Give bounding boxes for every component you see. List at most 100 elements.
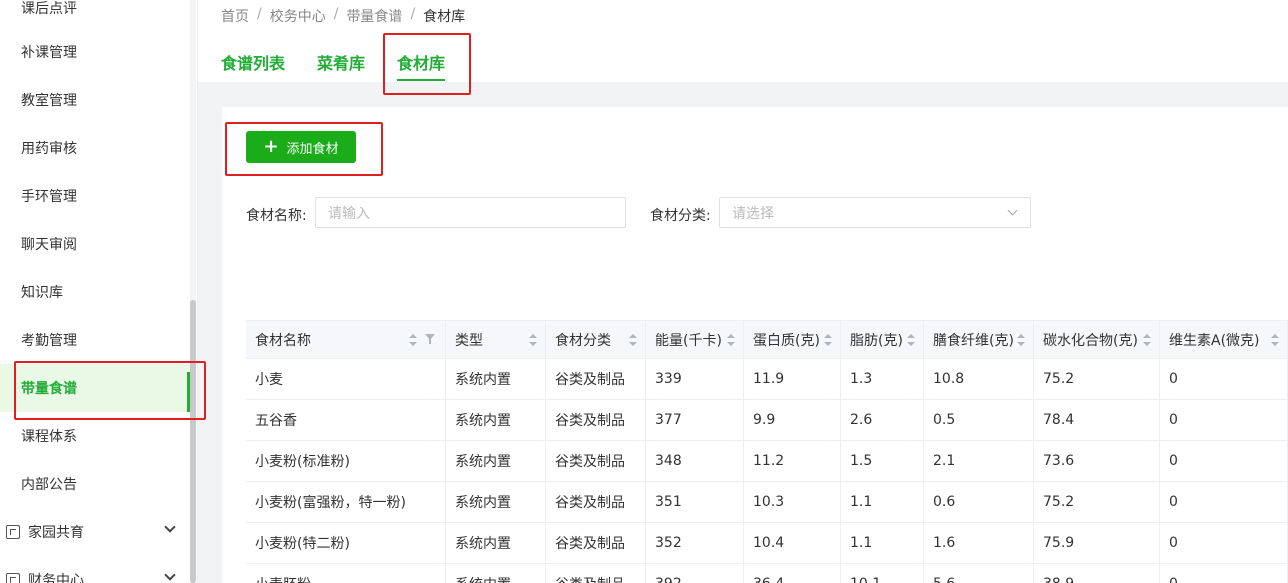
table-cell: 系统内置 bbox=[446, 400, 546, 440]
sidebar-group-finance[interactable]: 财务中心 bbox=[0, 556, 192, 583]
table-cell: 2.1 bbox=[924, 441, 1034, 481]
table-cell: 0.6 bbox=[924, 482, 1034, 522]
table-row[interactable]: 小麦粉(特二粉) 系统内置 谷类及制品 352 10.4 1.1 1.6 75.9 0 bbox=[246, 523, 1288, 564]
column-header-vitamin-a[interactable]: 维生素A(微克) bbox=[1160, 321, 1288, 358]
sidebar-item-wristband[interactable]: 手环管理 bbox=[0, 172, 192, 220]
table-cell: 73.6 bbox=[1034, 441, 1160, 481]
sort-icon[interactable] bbox=[1271, 334, 1279, 346]
home-school-icon bbox=[6, 525, 20, 539]
sidebar-group-home-school[interactable]: 家园共育 bbox=[0, 508, 192, 556]
sort-icon[interactable] bbox=[529, 334, 537, 346]
sidebar-scrollbar-thumb[interactable] bbox=[190, 300, 196, 583]
sidebar-item-label: 用药审核 bbox=[21, 141, 77, 157]
ingredient-name-input[interactable]: 请输入 bbox=[315, 197, 626, 228]
column-header-label: 维生素A(微克) bbox=[1169, 332, 1260, 349]
ingredient-category-placeholder: 请选择 bbox=[732, 205, 774, 222]
table-row[interactable]: 小麦 系统内置 谷类及制品 339 11.9 1.3 10.8 75.2 0 bbox=[246, 359, 1288, 400]
breadcrumb-current: 食材库 bbox=[423, 9, 466, 25]
table-cell: 10.1 bbox=[841, 564, 924, 583]
tab-dish-library[interactable]: 菜肴库 bbox=[317, 50, 365, 80]
table-cell: 0 bbox=[1160, 359, 1288, 399]
table-cell: 75.2 bbox=[1034, 482, 1160, 522]
table-cell: 谷类及制品 bbox=[546, 564, 646, 583]
breadcrumb-separator: / bbox=[333, 6, 339, 22]
column-header-protein[interactable]: 蛋白质(克) bbox=[744, 321, 841, 358]
tab-recipe-list[interactable]: 食谱列表 bbox=[221, 50, 285, 80]
column-header-category[interactable]: 食材分类 bbox=[546, 321, 646, 358]
table-cell: 谷类及制品 bbox=[546, 523, 646, 563]
sort-icon[interactable] bbox=[907, 334, 915, 346]
sidebar-item-label: 手环管理 bbox=[21, 189, 77, 205]
topbar: 首页 / 校务中心 / 带量食谱 / 食材库 食谱列表 菜肴库 食材库 bbox=[198, 0, 1288, 82]
column-header-fat[interactable]: 脂肪(克) bbox=[841, 321, 924, 358]
table-cell: 0.5 bbox=[924, 400, 1034, 440]
ingredient-table: 食材名称 类型 食材分类 能量(千卡) 蛋白质(克) 脂肪(克) 膳食纤维(克)… bbox=[246, 320, 1288, 583]
table-cell: 348 bbox=[646, 441, 744, 481]
breadcrumb-campus-center[interactable]: 校务中心 bbox=[270, 6, 326, 26]
breadcrumb-menu-plan[interactable]: 带量食谱 bbox=[346, 6, 402, 26]
sort-icon[interactable] bbox=[824, 334, 832, 346]
sidebar-item-chat-review[interactable]: 聊天审阅 bbox=[0, 220, 192, 268]
sidebar-item-curriculum[interactable]: 课程体系 bbox=[0, 412, 192, 460]
column-header-carbs[interactable]: 碳水化合物(克) bbox=[1034, 321, 1160, 358]
add-ingredient-button[interactable]: + 添加食材 bbox=[246, 131, 356, 163]
column-header-name[interactable]: 食材名称 bbox=[246, 321, 446, 358]
sidebar-item-menu-plan[interactable]: 带量食谱 bbox=[0, 364, 192, 412]
table-cell: 377 bbox=[646, 400, 744, 440]
column-header-label: 能量(千卡) bbox=[655, 332, 722, 349]
table-cell: 1.5 bbox=[841, 441, 924, 481]
sidebar-item-makeup-class[interactable]: 补课管理 bbox=[0, 28, 192, 76]
table-cell: 小麦胚粉 bbox=[246, 564, 446, 583]
sidebar-item-label: 课程体系 bbox=[21, 429, 77, 445]
table-cell: 392 bbox=[646, 564, 744, 583]
sidebar-item-classroom[interactable]: 教室管理 bbox=[0, 76, 192, 124]
sidebar-item-medication[interactable]: 用药审核 bbox=[0, 124, 192, 172]
sort-icon[interactable] bbox=[1017, 334, 1025, 346]
column-header-fiber[interactable]: 膳食纤维(克) bbox=[924, 321, 1034, 358]
filter-icon[interactable] bbox=[425, 334, 435, 344]
table-row[interactable]: 五谷香 系统内置 谷类及制品 377 9.9 2.6 0.5 78.4 0 bbox=[246, 400, 1288, 441]
table-cell: 系统内置 bbox=[446, 564, 546, 583]
table-cell: 系统内置 bbox=[446, 482, 546, 522]
tab-bar: 食谱列表 菜肴库 食材库 bbox=[221, 50, 477, 81]
column-header-type[interactable]: 类型 bbox=[446, 321, 546, 358]
column-header-energy[interactable]: 能量(千卡) bbox=[646, 321, 744, 358]
table-row[interactable]: 小麦粉(富强粉，特一粉) 系统内置 谷类及制品 351 10.3 1.1 0.6 75.2 0 bbox=[246, 482, 1288, 523]
table-cell: 系统内置 bbox=[446, 441, 546, 481]
table-row[interactable]: 小麦粉(标准粉) 系统内置 谷类及制品 348 11.2 1.5 2.1 73.6 0 bbox=[246, 441, 1288, 482]
ingredient-category-select[interactable]: 请选择 bbox=[719, 197, 1031, 228]
sort-icon[interactable] bbox=[409, 334, 417, 346]
table-row[interactable]: 小麦胚粉系统内置谷类及制品39236.410.15.638.90 bbox=[246, 564, 1288, 583]
table-cell: 339 bbox=[646, 359, 744, 399]
sidebar-item-announcement[interactable]: 内部公告 bbox=[0, 460, 192, 508]
sidebar-item-label: 教室管理 bbox=[21, 93, 77, 109]
breadcrumb-home[interactable]: 首页 bbox=[221, 6, 249, 26]
sort-icon[interactable] bbox=[1143, 334, 1151, 346]
sort-icon[interactable] bbox=[629, 334, 637, 346]
sidebar: 课后点评 补课管理 教室管理 用药审核 手环管理 聊天审阅 知识库 考勤管理 带… bbox=[0, 0, 198, 583]
tab-ingredient-library[interactable]: 食材库 bbox=[397, 50, 446, 81]
table-cell: 0 bbox=[1160, 400, 1288, 440]
table-header-row: 食材名称 类型 食材分类 能量(千卡) 蛋白质(克) 脂肪(克) 膳食纤维(克)… bbox=[246, 321, 1288, 359]
table-cell: 11.9 bbox=[744, 359, 841, 399]
table-cell: 小麦粉(特二粉) bbox=[246, 523, 446, 563]
chevron-down-icon bbox=[1007, 205, 1018, 216]
main-content: 首页 / 校务中心 / 带量食谱 / 食材库 食谱列表 菜肴库 食材库 + 添加… bbox=[198, 0, 1288, 583]
sidebar-item-label: 内部公告 bbox=[21, 477, 77, 493]
table-cell: 1.6 bbox=[924, 523, 1034, 563]
table-cell: 10.8 bbox=[924, 359, 1034, 399]
sidebar-item-label: 知识库 bbox=[21, 285, 63, 301]
column-header-label: 食材名称 bbox=[255, 332, 311, 349]
sort-icon[interactable] bbox=[727, 334, 735, 346]
table-cell: 352 bbox=[646, 523, 744, 563]
column-header-label: 类型 bbox=[455, 332, 483, 349]
table-cell: 0 bbox=[1160, 441, 1288, 481]
table-cell: 谷类及制品 bbox=[546, 359, 646, 399]
table-cell: 小麦 bbox=[246, 359, 446, 399]
table-cell: 11.2 bbox=[744, 441, 841, 481]
column-header-label: 食材分类 bbox=[555, 332, 611, 349]
chevron-down-icon bbox=[164, 569, 176, 581]
sidebar-item-attendance[interactable]: 考勤管理 bbox=[0, 316, 192, 364]
table-cell: 系统内置 bbox=[446, 359, 546, 399]
sidebar-item-knowledge-base[interactable]: 知识库 bbox=[0, 268, 192, 316]
